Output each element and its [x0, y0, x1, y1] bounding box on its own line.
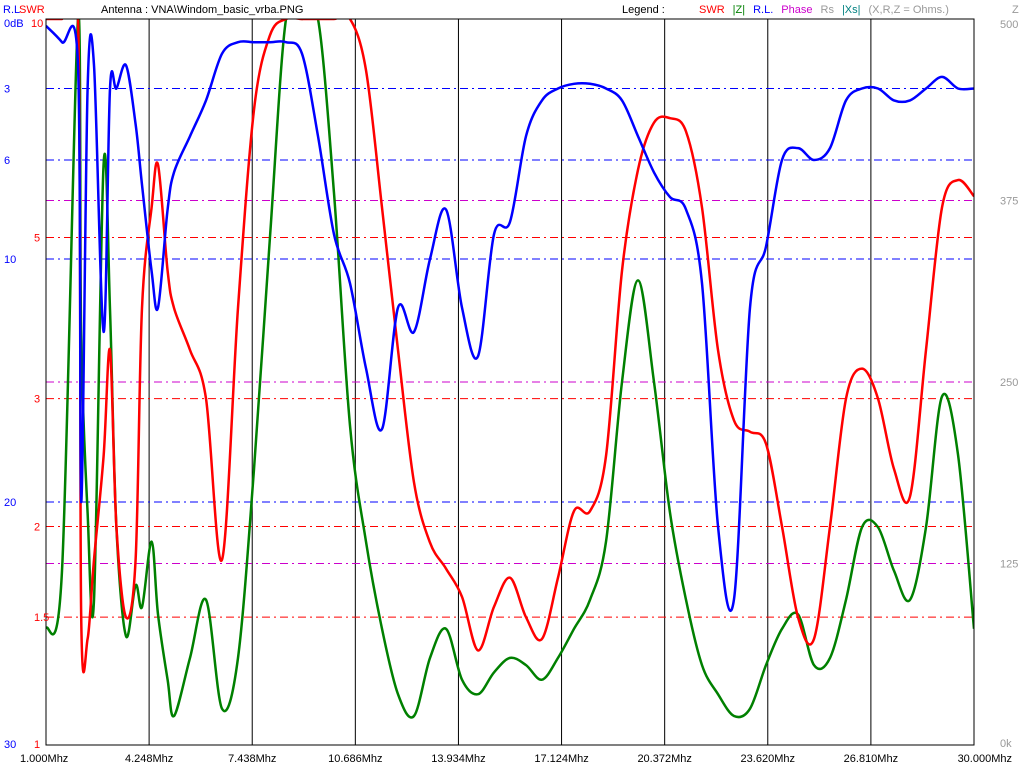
x-tick-label: 26.810Mhz: [844, 753, 898, 765]
header-rl-label: R.L: [3, 4, 20, 16]
rl-tick-label: 0dB: [4, 18, 24, 30]
swr-tick-label: 3: [34, 394, 40, 406]
x-tick-label: 17.124Mhz: [534, 753, 588, 765]
swr-tick-label: 10: [31, 18, 43, 30]
x-tick-label: 1.000Mhz: [20, 753, 68, 765]
z-tick-label: 250: [1000, 377, 1018, 389]
legend-item: Rs: [821, 4, 835, 16]
x-tick-label: 7.438Mhz: [228, 753, 276, 765]
rl-tick-label: 3: [4, 83, 10, 95]
x-tick-label: 10.686Mhz: [328, 753, 382, 765]
swr-tick-label: 1.5: [34, 612, 49, 624]
x-tick-label: 23.620Mhz: [741, 753, 795, 765]
right-axis-z-label: Z: [1012, 4, 1019, 16]
legend-item: R.L.: [753, 4, 773, 16]
z-tick-label: 500: [1000, 19, 1018, 31]
legend-item: |Xs|: [842, 4, 861, 16]
x-tick-label: 13.934Mhz: [431, 753, 485, 765]
legend-item: Phase: [781, 4, 812, 16]
swr-tick-label: 5: [34, 233, 40, 245]
z-tick-label: 125: [1000, 559, 1018, 571]
legend-item: SWR: [699, 4, 725, 16]
rl-tick-label: 30: [4, 739, 16, 751]
header-swr-label: SWR: [19, 4, 45, 16]
legend-label: Legend :: [622, 4, 665, 16]
rl-tick-label: 20: [4, 497, 16, 509]
rl-tick-label: 10: [4, 254, 16, 266]
z-tick-label: 375: [1000, 196, 1018, 208]
swr-tick-label: 2: [34, 521, 40, 533]
legend-item: (X,R,Z = Ohms.): [869, 4, 949, 16]
antenna-filename: Antenna : VNA\Windom_basic_vrba.PNG: [101, 4, 303, 16]
x-tick-label: 20.372Mhz: [637, 753, 691, 765]
x-tick-label: 30.000Mhz: [958, 753, 1012, 765]
z-tick-label: 0k: [1000, 738, 1012, 750]
vna-sweep-chart: R.L SWR Antenna : VNA\Windom_basic_vrba.…: [0, 0, 1024, 768]
legend: SWR |Z| R.L. Phase Rs |Xs| (X,R,Z = Ohms.): [699, 4, 949, 16]
x-tick-label: 4.248Mhz: [125, 753, 173, 765]
legend-item: |Z|: [733, 4, 745, 16]
rl-tick-label: 6: [4, 155, 10, 167]
swr-tick-label: 1: [34, 739, 40, 751]
